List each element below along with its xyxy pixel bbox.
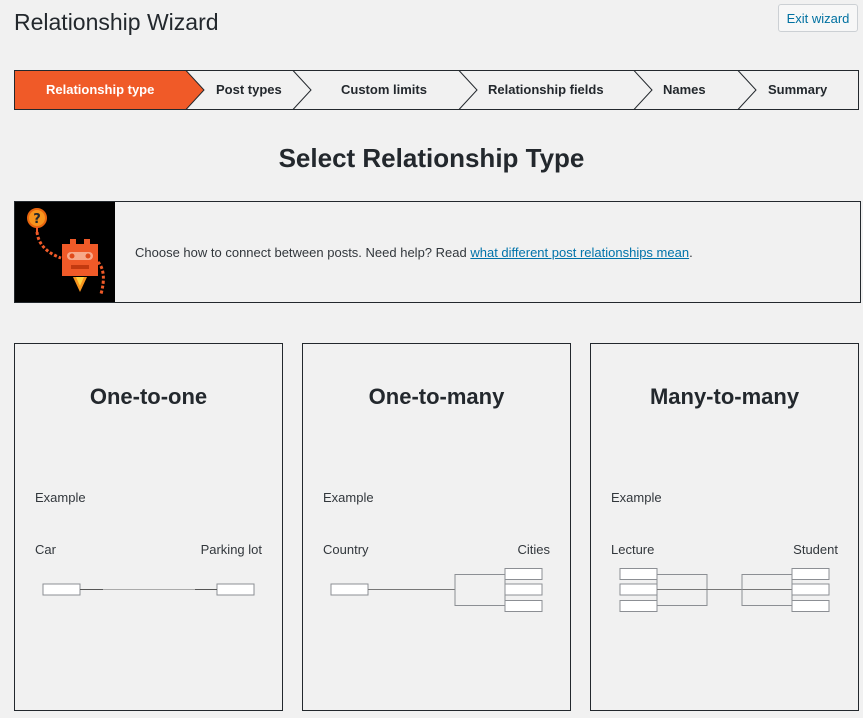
robot-mascot-icon: ? bbox=[15, 202, 115, 302]
help-notice: ? Choose how to connect between posts. N… bbox=[14, 201, 861, 303]
step-relationship-fields[interactable]: Relationship fields bbox=[488, 70, 604, 110]
card-right-label: Parking lot bbox=[200, 542, 262, 557]
notice-text: Choose how to connect between posts. Nee… bbox=[135, 245, 471, 260]
svg-text:?: ? bbox=[33, 212, 41, 227]
card-left-label: Country bbox=[323, 542, 369, 557]
notice-suffix: . bbox=[689, 245, 693, 260]
card-example-label: Example bbox=[611, 490, 662, 505]
question-bubble-icon: ? bbox=[27, 208, 47, 232]
section-heading: Select Relationship Type bbox=[278, 143, 585, 173]
step-custom-limits[interactable]: Custom limits bbox=[341, 70, 427, 110]
card-one-to-many[interactable]: One-to-many Example Country Cities bbox=[302, 343, 571, 711]
one-to-one-diagram bbox=[42, 583, 255, 596]
card-left-label: Lecture bbox=[611, 542, 655, 557]
page-title: Relationship Wizard bbox=[14, 9, 219, 35]
wizard-steps: Relationship type Post types Custom limi… bbox=[14, 70, 859, 110]
one-to-many-diagram bbox=[330, 568, 543, 612]
card-title: Many-to-many bbox=[649, 384, 800, 409]
card-title: One-to-many bbox=[368, 384, 505, 409]
step-summary[interactable]: Summary bbox=[768, 70, 827, 110]
step-post-types[interactable]: Post types bbox=[216, 70, 282, 110]
card-right-label: Cities bbox=[517, 542, 550, 557]
card-right-label: Student bbox=[793, 542, 838, 557]
many-to-many-diagram bbox=[619, 568, 830, 612]
card-one-to-one[interactable]: One-to-one Example Car Parking lot bbox=[14, 343, 283, 711]
step-names[interactable]: Names bbox=[663, 70, 706, 110]
relationships-help-link[interactable]: what different post relationships mean bbox=[470, 245, 689, 260]
card-left-label: Car bbox=[35, 542, 56, 557]
card-many-to-many[interactable]: Many-to-many Example Lecture Student bbox=[590, 343, 859, 711]
exit-wizard-button[interactable]: Exit wizard bbox=[778, 4, 858, 32]
card-example-label: Example bbox=[323, 490, 374, 505]
card-example-label: Example bbox=[35, 490, 86, 505]
card-title: One-to-one bbox=[89, 384, 208, 409]
notice-message: Choose how to connect between posts. Nee… bbox=[135, 245, 693, 260]
step-relationship-type[interactable]: Relationship type bbox=[46, 70, 154, 110]
